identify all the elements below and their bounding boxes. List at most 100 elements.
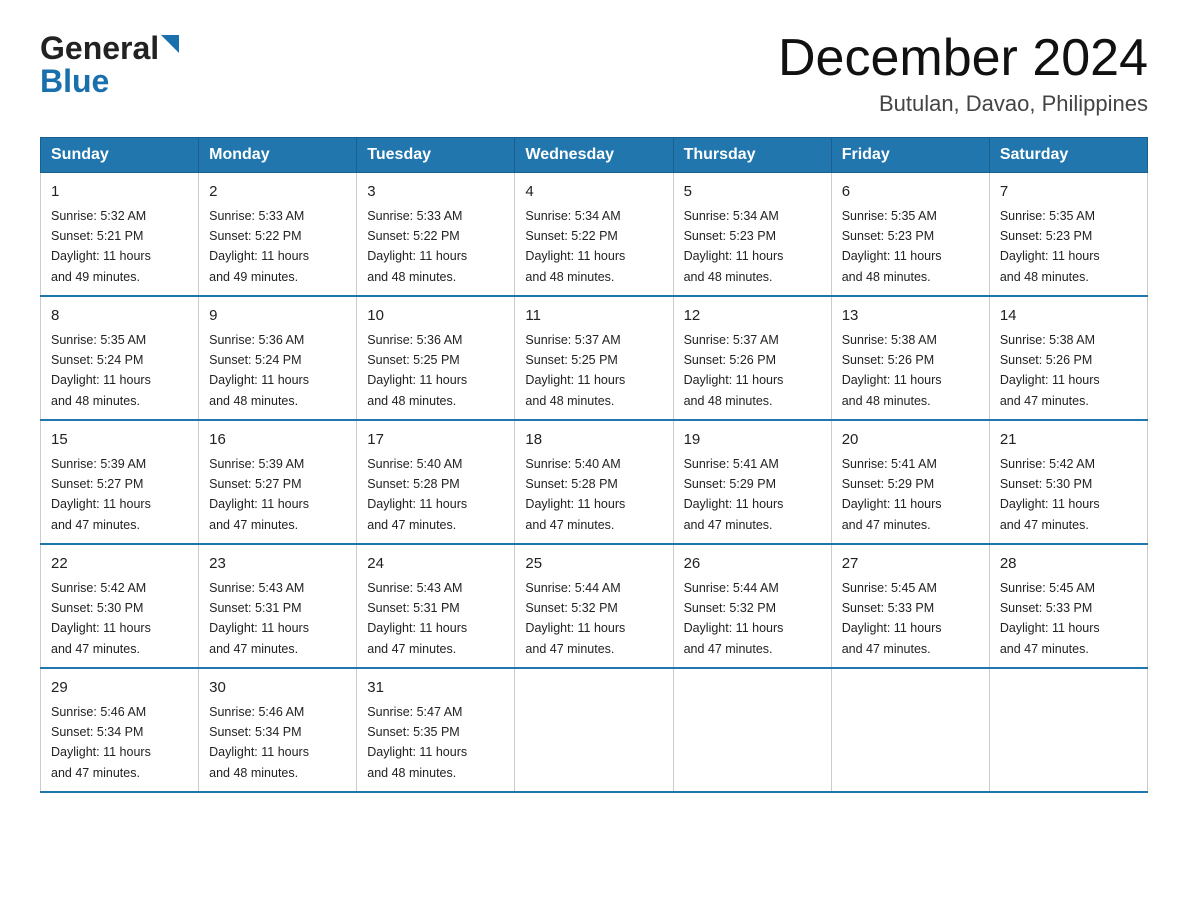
calendar-cell: 22 Sunrise: 5:42 AMSunset: 5:30 PMDaylig… xyxy=(41,544,199,668)
day-number: 6 xyxy=(842,181,979,204)
day-info: Sunrise: 5:40 AMSunset: 5:28 PMDaylight:… xyxy=(525,457,625,532)
logo-general-text: General xyxy=(40,30,159,67)
day-number: 7 xyxy=(1000,181,1137,204)
day-info: Sunrise: 5:41 AMSunset: 5:29 PMDaylight:… xyxy=(842,457,942,532)
week-row-1: 1 Sunrise: 5:32 AMSunset: 5:21 PMDayligh… xyxy=(41,173,1148,297)
header-row: Sunday Monday Tuesday Wednesday Thursday… xyxy=(41,138,1148,173)
col-sunday: Sunday xyxy=(41,138,199,173)
calendar-cell: 11 Sunrise: 5:37 AMSunset: 5:25 PMDaylig… xyxy=(515,296,673,420)
day-info: Sunrise: 5:33 AMSunset: 5:22 PMDaylight:… xyxy=(367,209,467,284)
col-monday: Monday xyxy=(199,138,357,173)
week-row-3: 15 Sunrise: 5:39 AMSunset: 5:27 PMDaylig… xyxy=(41,420,1148,544)
calendar-cell xyxy=(515,668,673,792)
day-info: Sunrise: 5:46 AMSunset: 5:34 PMDaylight:… xyxy=(209,705,309,780)
calendar-cell: 16 Sunrise: 5:39 AMSunset: 5:27 PMDaylig… xyxy=(199,420,357,544)
calendar-cell: 25 Sunrise: 5:44 AMSunset: 5:32 PMDaylig… xyxy=(515,544,673,668)
day-number: 12 xyxy=(684,305,821,328)
day-number: 18 xyxy=(525,429,662,452)
day-info: Sunrise: 5:35 AMSunset: 5:23 PMDaylight:… xyxy=(1000,209,1100,284)
day-info: Sunrise: 5:45 AMSunset: 5:33 PMDaylight:… xyxy=(1000,581,1100,656)
day-number: 14 xyxy=(1000,305,1137,328)
calendar-cell: 18 Sunrise: 5:40 AMSunset: 5:28 PMDaylig… xyxy=(515,420,673,544)
day-info: Sunrise: 5:45 AMSunset: 5:33 PMDaylight:… xyxy=(842,581,942,656)
calendar-cell: 23 Sunrise: 5:43 AMSunset: 5:31 PMDaylig… xyxy=(199,544,357,668)
day-info: Sunrise: 5:35 AMSunset: 5:24 PMDaylight:… xyxy=(51,333,151,408)
day-number: 22 xyxy=(51,553,188,576)
week-row-4: 22 Sunrise: 5:42 AMSunset: 5:30 PMDaylig… xyxy=(41,544,1148,668)
day-number: 1 xyxy=(51,181,188,204)
day-number: 25 xyxy=(525,553,662,576)
day-info: Sunrise: 5:34 AMSunset: 5:22 PMDaylight:… xyxy=(525,209,625,284)
day-number: 8 xyxy=(51,305,188,328)
calendar-cell: 20 Sunrise: 5:41 AMSunset: 5:29 PMDaylig… xyxy=(831,420,989,544)
day-number: 13 xyxy=(842,305,979,328)
page-header: General Blue December 2024 Butulan, Dava… xyxy=(40,30,1148,117)
day-number: 3 xyxy=(367,181,504,204)
calendar-cell xyxy=(989,668,1147,792)
day-number: 20 xyxy=(842,429,979,452)
day-number: 28 xyxy=(1000,553,1137,576)
day-number: 15 xyxy=(51,429,188,452)
day-info: Sunrise: 5:46 AMSunset: 5:34 PMDaylight:… xyxy=(51,705,151,780)
day-info: Sunrise: 5:42 AMSunset: 5:30 PMDaylight:… xyxy=(1000,457,1100,532)
day-number: 9 xyxy=(209,305,346,328)
col-saturday: Saturday xyxy=(989,138,1147,173)
title-section: December 2024 Butulan, Davao, Philippine… xyxy=(778,30,1148,117)
calendar-cell: 10 Sunrise: 5:36 AMSunset: 5:25 PMDaylig… xyxy=(357,296,515,420)
calendar-cell: 5 Sunrise: 5:34 AMSunset: 5:23 PMDayligh… xyxy=(673,173,831,297)
day-info: Sunrise: 5:36 AMSunset: 5:24 PMDaylight:… xyxy=(209,333,309,408)
month-title: December 2024 xyxy=(778,30,1148,87)
calendar-cell: 30 Sunrise: 5:46 AMSunset: 5:34 PMDaylig… xyxy=(199,668,357,792)
calendar-cell: 7 Sunrise: 5:35 AMSunset: 5:23 PMDayligh… xyxy=(989,173,1147,297)
day-number: 2 xyxy=(209,181,346,204)
calendar-cell: 15 Sunrise: 5:39 AMSunset: 5:27 PMDaylig… xyxy=(41,420,199,544)
calendar-cell: 31 Sunrise: 5:47 AMSunset: 5:35 PMDaylig… xyxy=(357,668,515,792)
day-number: 4 xyxy=(525,181,662,204)
logo: General Blue xyxy=(40,30,181,100)
day-info: Sunrise: 5:37 AMSunset: 5:25 PMDaylight:… xyxy=(525,333,625,408)
day-info: Sunrise: 5:43 AMSunset: 5:31 PMDaylight:… xyxy=(209,581,309,656)
col-tuesday: Tuesday xyxy=(357,138,515,173)
col-friday: Friday xyxy=(831,138,989,173)
day-number: 29 xyxy=(51,677,188,700)
day-info: Sunrise: 5:44 AMSunset: 5:32 PMDaylight:… xyxy=(525,581,625,656)
day-info: Sunrise: 5:38 AMSunset: 5:26 PMDaylight:… xyxy=(842,333,942,408)
day-info: Sunrise: 5:39 AMSunset: 5:27 PMDaylight:… xyxy=(209,457,309,532)
day-info: Sunrise: 5:41 AMSunset: 5:29 PMDaylight:… xyxy=(684,457,784,532)
calendar-cell: 3 Sunrise: 5:33 AMSunset: 5:22 PMDayligh… xyxy=(357,173,515,297)
location-subtitle: Butulan, Davao, Philippines xyxy=(778,91,1148,117)
day-number: 21 xyxy=(1000,429,1137,452)
day-info: Sunrise: 5:39 AMSunset: 5:27 PMDaylight:… xyxy=(51,457,151,532)
calendar-cell: 26 Sunrise: 5:44 AMSunset: 5:32 PMDaylig… xyxy=(673,544,831,668)
day-number: 24 xyxy=(367,553,504,576)
day-info: Sunrise: 5:37 AMSunset: 5:26 PMDaylight:… xyxy=(684,333,784,408)
logo-arrow-icon xyxy=(159,33,181,60)
day-number: 5 xyxy=(684,181,821,204)
calendar-cell: 24 Sunrise: 5:43 AMSunset: 5:31 PMDaylig… xyxy=(357,544,515,668)
calendar-cell: 12 Sunrise: 5:37 AMSunset: 5:26 PMDaylig… xyxy=(673,296,831,420)
day-number: 10 xyxy=(367,305,504,328)
calendar-cell: 2 Sunrise: 5:33 AMSunset: 5:22 PMDayligh… xyxy=(199,173,357,297)
day-number: 27 xyxy=(842,553,979,576)
day-info: Sunrise: 5:36 AMSunset: 5:25 PMDaylight:… xyxy=(367,333,467,408)
calendar-cell: 14 Sunrise: 5:38 AMSunset: 5:26 PMDaylig… xyxy=(989,296,1147,420)
col-wednesday: Wednesday xyxy=(515,138,673,173)
col-thursday: Thursday xyxy=(673,138,831,173)
day-number: 23 xyxy=(209,553,346,576)
calendar-cell xyxy=(673,668,831,792)
day-number: 16 xyxy=(209,429,346,452)
day-info: Sunrise: 5:33 AMSunset: 5:22 PMDaylight:… xyxy=(209,209,309,284)
calendar-cell: 28 Sunrise: 5:45 AMSunset: 5:33 PMDaylig… xyxy=(989,544,1147,668)
day-info: Sunrise: 5:43 AMSunset: 5:31 PMDaylight:… xyxy=(367,581,467,656)
day-info: Sunrise: 5:44 AMSunset: 5:32 PMDaylight:… xyxy=(684,581,784,656)
calendar-body: 1 Sunrise: 5:32 AMSunset: 5:21 PMDayligh… xyxy=(41,173,1148,793)
day-info: Sunrise: 5:35 AMSunset: 5:23 PMDaylight:… xyxy=(842,209,942,284)
calendar-cell: 19 Sunrise: 5:41 AMSunset: 5:29 PMDaylig… xyxy=(673,420,831,544)
calendar-cell xyxy=(831,668,989,792)
calendar-cell: 6 Sunrise: 5:35 AMSunset: 5:23 PMDayligh… xyxy=(831,173,989,297)
logo-image: General xyxy=(40,30,181,67)
day-number: 19 xyxy=(684,429,821,452)
day-info: Sunrise: 5:40 AMSunset: 5:28 PMDaylight:… xyxy=(367,457,467,532)
day-number: 26 xyxy=(684,553,821,576)
calendar-cell: 27 Sunrise: 5:45 AMSunset: 5:33 PMDaylig… xyxy=(831,544,989,668)
